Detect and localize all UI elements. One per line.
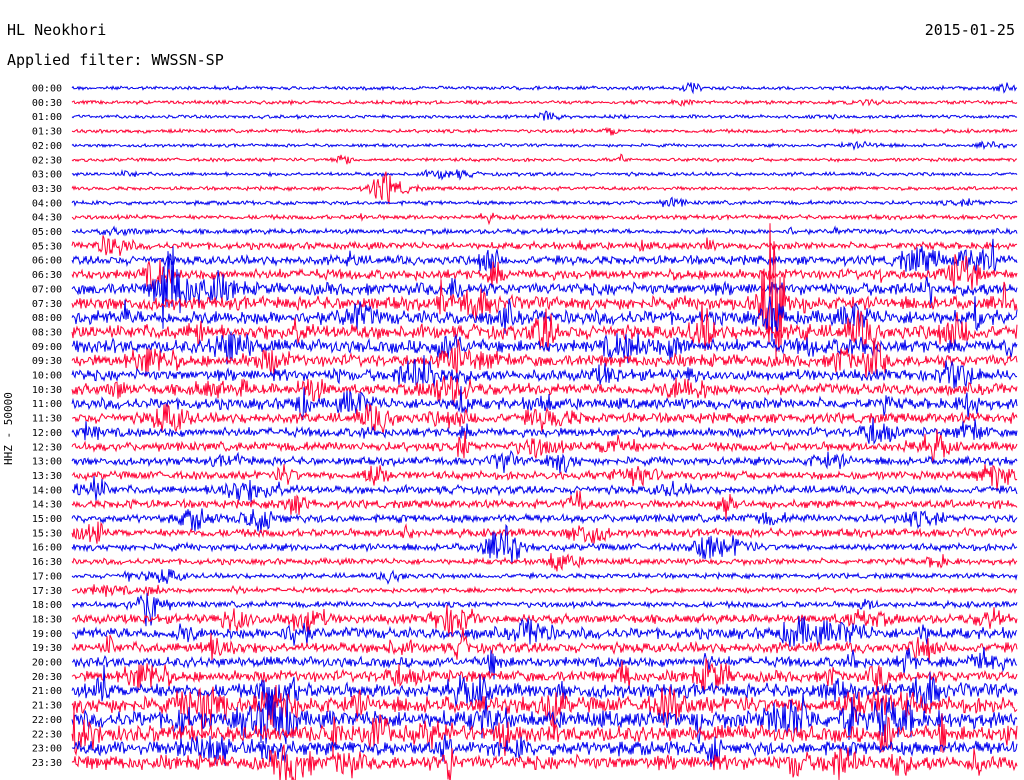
trace-row-0230 xyxy=(71,153,1018,165)
trace-row-0330 xyxy=(71,171,1018,205)
time-label: 17:00 xyxy=(32,571,62,582)
time-label: 13:30 xyxy=(32,471,62,482)
trace-row-0000 xyxy=(71,82,1018,95)
trace-row-0830 xyxy=(71,301,1018,352)
trace-row-0530 xyxy=(71,235,1018,256)
time-label: 05:00 xyxy=(32,227,62,238)
trace-row-0500 xyxy=(71,225,1018,237)
trace-row-0030 xyxy=(71,98,1018,107)
time-label: 00:30 xyxy=(32,98,62,109)
time-label: 03:30 xyxy=(32,184,62,195)
time-label: 04:00 xyxy=(32,198,62,209)
time-label: 16:30 xyxy=(32,557,62,568)
trace-row-0130 xyxy=(71,126,1018,136)
time-label: 14:30 xyxy=(32,500,62,511)
time-label: 15:30 xyxy=(32,528,62,539)
time-label: 11:30 xyxy=(32,414,62,425)
time-label: 15:00 xyxy=(32,514,62,525)
time-label: 06:00 xyxy=(32,256,62,267)
time-label: 00:00 xyxy=(32,84,62,95)
time-label: 10:00 xyxy=(32,371,62,382)
trace-row-1500 xyxy=(71,508,1018,534)
time-label: 21:30 xyxy=(32,701,62,712)
helicorder-plot: 00:00 00:30 01:00 01:30 02:00 02:30 03:00 03:30… xyxy=(32,82,1018,780)
trace-row-1400 xyxy=(71,476,1018,502)
trace-row-2030 xyxy=(71,658,1018,694)
seismic-traces xyxy=(71,82,1018,780)
time-label: 09:30 xyxy=(32,356,62,367)
trace-row-0200 xyxy=(71,140,1017,151)
time-label: 01:00 xyxy=(32,112,62,123)
time-label: 02:00 xyxy=(32,141,62,152)
time-label: 19:30 xyxy=(32,643,62,654)
time-label: 12:30 xyxy=(32,442,62,453)
time-label: 05:30 xyxy=(32,241,62,252)
time-label: 09:00 xyxy=(32,342,62,353)
trace-row-1430 xyxy=(71,490,1018,520)
time-label: 22:30 xyxy=(32,729,62,740)
trace-row-1800 xyxy=(71,593,1018,627)
trace-row-0930 xyxy=(71,337,1018,378)
trace-row-1530 xyxy=(71,521,1018,544)
time-label: 22:00 xyxy=(32,715,62,726)
time-label: 14:00 xyxy=(32,485,62,496)
trace-row-0300 xyxy=(71,168,1018,181)
time-label: 06:30 xyxy=(32,270,62,281)
time-label: 07:00 xyxy=(32,284,62,295)
time-label: 16:00 xyxy=(32,543,62,554)
time-label: 23:00 xyxy=(32,744,62,755)
time-label: 08:30 xyxy=(32,327,62,338)
time-label: 19:00 xyxy=(32,629,62,640)
time-label: 18:00 xyxy=(32,600,62,611)
time-label: 23:30 xyxy=(32,758,62,769)
trace-row-1300 xyxy=(71,449,1018,474)
trace-row-0430 xyxy=(71,212,1018,226)
trace-row-1730 xyxy=(71,584,1018,597)
time-label: 18:30 xyxy=(32,614,62,625)
trace-row-0600 xyxy=(71,238,1018,275)
time-label: 01:30 xyxy=(32,127,62,138)
time-label: 17:30 xyxy=(32,586,62,597)
trace-row-1630 xyxy=(71,553,1018,572)
time-label: 11:00 xyxy=(32,399,62,410)
trace-row-1900 xyxy=(71,616,1018,647)
time-label: 20:30 xyxy=(32,672,62,683)
time-label: 04:30 xyxy=(32,213,62,224)
time-label: 12:00 xyxy=(32,428,62,439)
time-tick-labels: 00:00 00:30 01:00 01:30 02:00 02:30 03:00 03:30… xyxy=(32,84,62,769)
time-label: 10:30 xyxy=(32,385,62,396)
time-label: 21:00 xyxy=(32,686,62,697)
time-label: 13:00 xyxy=(32,457,62,468)
time-label: 20:00 xyxy=(32,658,62,669)
trace-row-0400 xyxy=(71,196,1018,208)
trace-row-1700 xyxy=(71,568,1018,585)
time-label: 03:00 xyxy=(32,170,62,181)
time-label: 02:30 xyxy=(32,155,62,166)
time-label: 07:30 xyxy=(32,299,62,310)
trace-row-0100 xyxy=(71,110,1018,121)
trace-row-1030 xyxy=(71,375,1018,406)
trace-row-1230 xyxy=(71,429,1018,464)
trace-row-1330 xyxy=(71,464,1018,491)
time-label: 08:00 xyxy=(32,313,62,324)
